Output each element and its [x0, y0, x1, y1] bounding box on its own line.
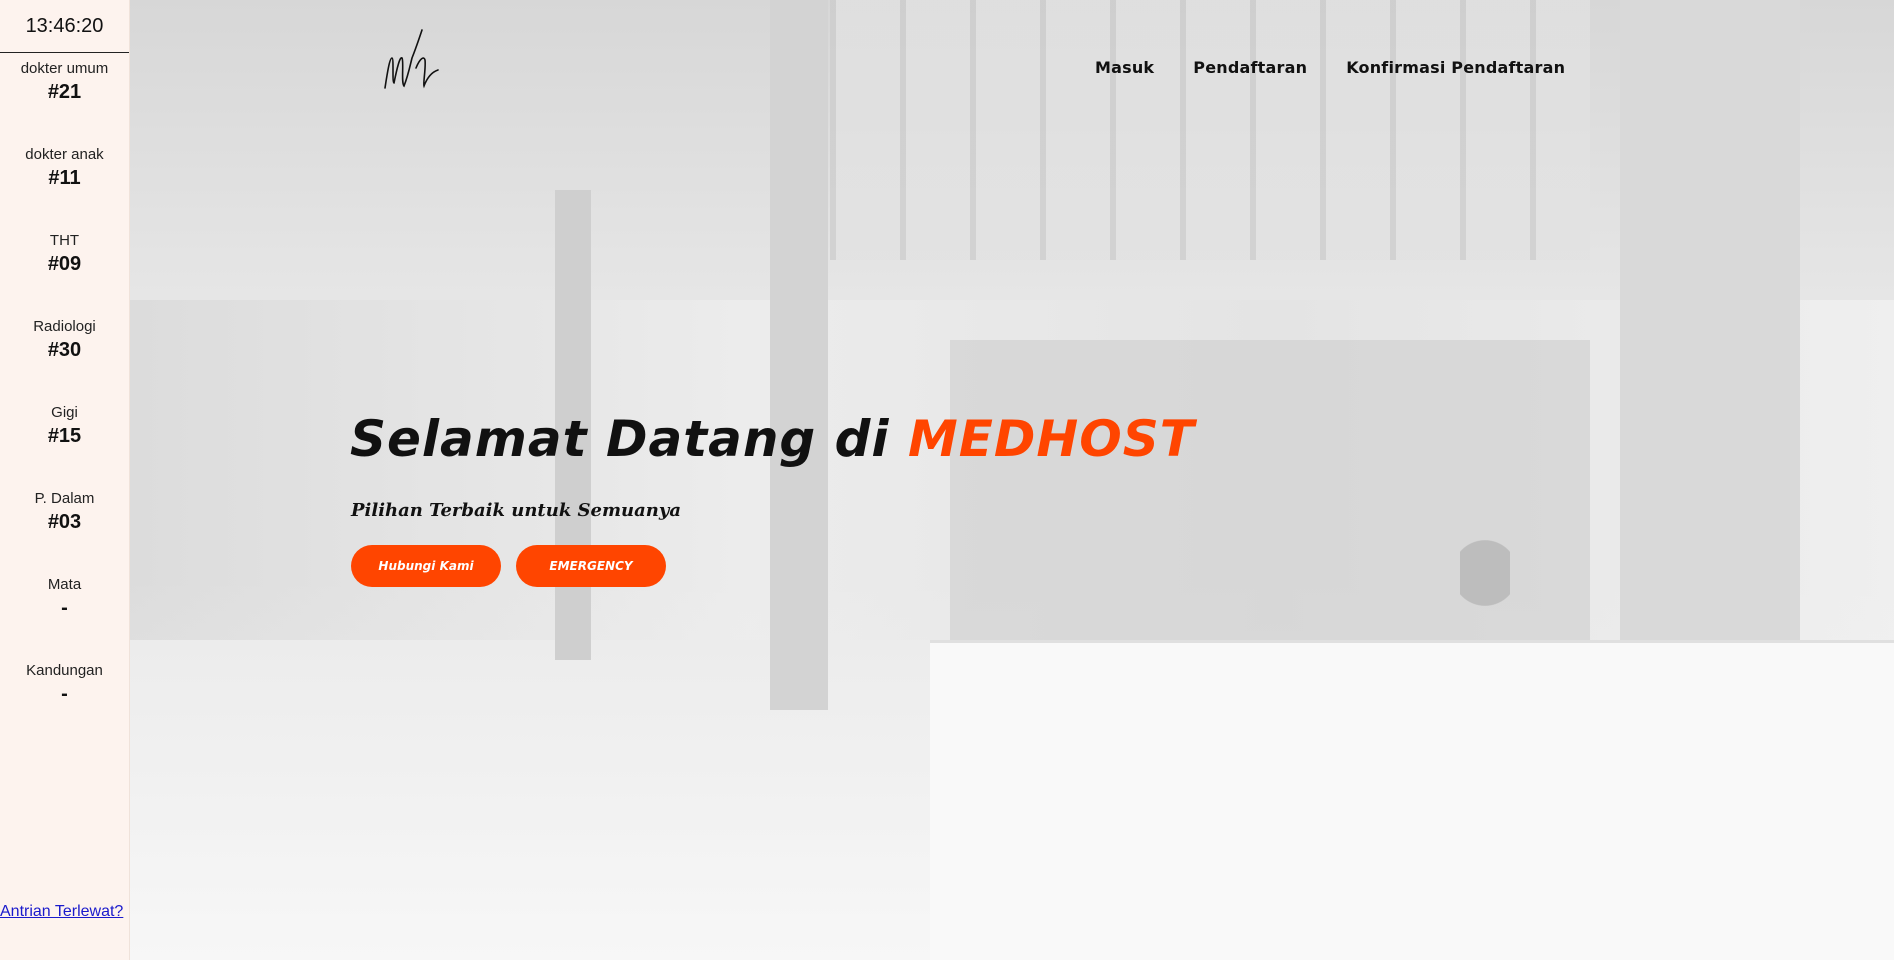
queue-number: -: [61, 597, 68, 619]
queue-name: Kandungan: [26, 662, 103, 679]
queue-name: Radiologi: [33, 318, 96, 335]
background-windows: [830, 0, 1590, 260]
clock: 13:46:20: [0, 0, 129, 53]
nav-confirm-registration[interactable]: Konfirmasi Pendaftaran: [1346, 58, 1565, 77]
background-pillar: [770, 0, 828, 710]
hero-tagline: Pilihan Terbaik untuk Semuanya: [351, 500, 682, 521]
queue-number: -: [61, 683, 68, 705]
queue-number: #11: [48, 167, 81, 189]
queue-name: dokter umum: [20, 60, 109, 77]
nav-register[interactable]: Pendaftaran: [1193, 58, 1307, 77]
queue-item-gigi: Gigi #15: [0, 403, 129, 489]
queue-number: #21: [47, 81, 82, 103]
hero-headline: Selamat Datang di MEDHOST: [350, 410, 1195, 468]
top-nav: Masuk Pendaftaran Konfirmasi Pendaftaran: [1095, 58, 1565, 77]
queue-number: #30: [47, 339, 82, 361]
background-plant: [1460, 540, 1510, 650]
queue-name: dokter anak: [25, 146, 104, 163]
queue-number: #09: [47, 253, 82, 275]
queue-item-p-dalam: P. Dalam #03: [0, 489, 129, 575]
queue-list: dokter umum #21 dokter anak #11 THT #09 …: [0, 59, 129, 747]
background-reception-counter: [930, 640, 1894, 960]
queue-sidebar: 13:46:20 dokter umum #21 dokter anak #11…: [0, 0, 130, 960]
queue-name: P. Dalam: [34, 490, 95, 507]
queue-name: THT: [49, 232, 80, 249]
queue-item-mata: Mata -: [0, 575, 129, 661]
contact-us-button[interactable]: Hubungi Kami: [351, 545, 501, 587]
nav-login[interactable]: Masuk: [1095, 58, 1154, 77]
headline-prefix: Selamat Datang di: [350, 410, 908, 468]
queue-name: Gigi: [51, 404, 78, 421]
queue-item-tht: THT #09: [0, 231, 129, 317]
queue-number: #15: [47, 425, 82, 447]
queue-item-dokter-umum: dokter umum #21: [0, 59, 129, 145]
queue-item-radiologi: Radiologi #30: [0, 317, 129, 403]
brand-name: MEDHOST: [907, 410, 1195, 468]
missed-queue-link[interactable]: Antrian Terlewat?: [0, 903, 123, 921]
queue-number: #03: [47, 511, 82, 533]
logo[interactable]: [380, 28, 440, 98]
queue-item-kandungan: Kandungan -: [0, 661, 129, 747]
queue-item-dokter-anak: dokter anak #11: [0, 145, 129, 231]
emergency-button[interactable]: EMERGENCY: [516, 545, 666, 587]
background-pillar: [1620, 0, 1800, 660]
hero-section: Masuk Pendaftaran Konfirmasi Pendaftaran…: [130, 0, 1894, 960]
queue-name: Mata: [47, 576, 82, 593]
